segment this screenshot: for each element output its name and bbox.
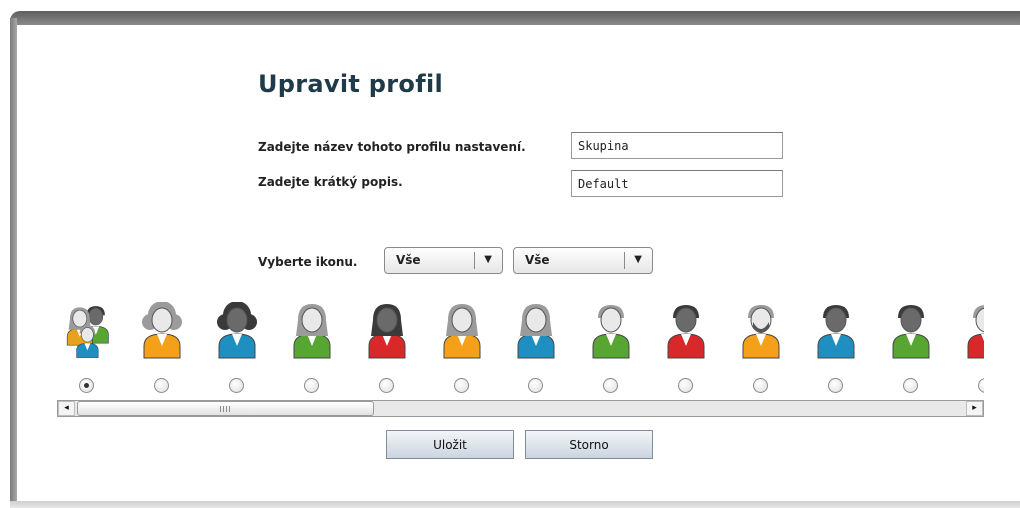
scrollbar-thumb[interactable] xyxy=(77,401,374,416)
chevron-down-icon: ▼ xyxy=(634,254,642,265)
profile-name-input[interactable] xyxy=(571,132,783,159)
icon-option[interactable] xyxy=(282,302,342,398)
icon-radio[interactable] xyxy=(79,378,94,393)
icon-option[interactable] xyxy=(656,302,716,398)
icon-category-value: Vše xyxy=(396,253,421,267)
icon-option[interactable] xyxy=(506,302,566,398)
profile-name-label: Zadejte název tohoto profilu nastavení. xyxy=(258,140,526,154)
cancel-button[interactable]: Storno xyxy=(525,430,653,459)
icon-radio[interactable] xyxy=(453,378,469,393)
user-female-green-icon xyxy=(293,304,331,359)
icon-picker-label: Vyberte ikonu. xyxy=(258,255,358,269)
user-female-blue-icon xyxy=(517,304,555,359)
user-male-blue-icon xyxy=(817,305,855,359)
user-male-red-icon xyxy=(967,305,984,359)
profile-description-input[interactable] xyxy=(571,170,783,197)
icon-radio[interactable] xyxy=(678,378,694,393)
user-female-red-icon xyxy=(368,304,406,359)
chevron-down-icon: ▼ xyxy=(484,254,492,265)
user-female-orange-icon xyxy=(443,304,480,359)
user-male-bearded-orange-icon xyxy=(742,305,780,359)
user-male-green-icon xyxy=(592,305,630,359)
horizontal-scrollbar[interactable]: ◂ ▸ xyxy=(57,400,984,417)
icon-option[interactable] xyxy=(57,302,117,398)
icon-option[interactable] xyxy=(207,302,267,398)
scroll-right-arrow-icon[interactable]: ▸ xyxy=(966,401,983,416)
icon-style-value: Vše xyxy=(525,253,550,267)
icon-option[interactable] xyxy=(731,302,791,398)
save-button[interactable]: Uložit xyxy=(386,430,514,459)
icon-option[interactable] xyxy=(956,302,984,398)
user-curly-hair-orange-icon xyxy=(141,302,182,359)
icon-radio[interactable] xyxy=(153,378,169,393)
icon-radio[interactable] xyxy=(228,378,244,393)
icon-radio[interactable] xyxy=(303,378,319,393)
profile-description-label: Zadejte krátký popis. xyxy=(258,175,403,189)
icon-option[interactable] xyxy=(581,302,641,398)
scrollbar-grip xyxy=(220,406,231,412)
select-divider xyxy=(474,252,475,269)
select-divider xyxy=(624,252,625,269)
icon-list xyxy=(57,302,984,398)
icon-option[interactable] xyxy=(432,302,492,398)
group-icon xyxy=(66,306,109,358)
user-male-red-icon xyxy=(667,305,705,359)
scroll-left-arrow-icon[interactable]: ◂ xyxy=(58,401,75,416)
page-title: Upravit profil xyxy=(258,70,443,98)
icon-option[interactable] xyxy=(806,302,866,398)
icon-radio[interactable] xyxy=(528,378,544,393)
icon-radio[interactable] xyxy=(603,378,619,393)
user-male-green-icon xyxy=(892,305,930,359)
icon-radio[interactable] xyxy=(977,378,984,393)
window-frame-top xyxy=(10,11,1020,25)
icon-category-select[interactable]: Vše ▼ xyxy=(384,247,503,274)
window-frame-left xyxy=(10,18,17,508)
icon-option[interactable] xyxy=(881,302,941,398)
icon-style-select[interactable]: Vše ▼ xyxy=(513,247,653,274)
icon-radio[interactable] xyxy=(828,378,843,393)
window-frame-bottom xyxy=(10,501,1020,508)
icon-radio[interactable] xyxy=(378,378,394,393)
radio-selected-dot xyxy=(84,383,89,388)
icon-option[interactable] xyxy=(357,302,417,398)
icon-radio[interactable] xyxy=(753,378,769,393)
icon-radio[interactable] xyxy=(902,378,918,393)
icon-option[interactable] xyxy=(132,302,192,398)
user-curly-hair-blue-icon xyxy=(216,302,257,359)
